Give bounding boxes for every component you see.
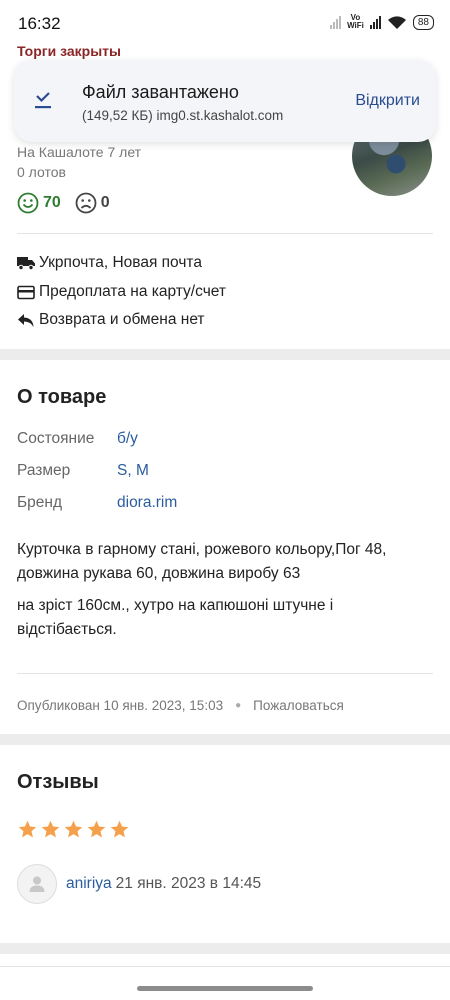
report-link[interactable]: Пожаловаться — [253, 698, 344, 713]
star-icon — [87, 820, 106, 838]
review-item: aniriya 21 янв. 2023 в 14:45 — [17, 864, 261, 904]
user-placeholder-icon — [29, 876, 45, 892]
star-icon — [64, 820, 83, 838]
property-label-size: Размер — [17, 462, 71, 479]
product-heading: О товаре — [17, 386, 107, 408]
seller-member-since: На Кашалоте 7 лет — [17, 144, 142, 160]
wifi-icon — [387, 15, 406, 29]
positive-count: 70 — [43, 194, 61, 211]
publish-info: Опубликован 10 янв. 2023, 15:03 ● Пожало… — [17, 698, 344, 713]
payment-text: Предоплата на карту/счет — [39, 283, 226, 300]
returns-info: Возврата и обмена нет — [17, 311, 205, 329]
auction-status: Торги закрыты — [17, 43, 121, 59]
open-file-button[interactable]: Відкрити — [355, 92, 420, 110]
divider — [17, 673, 433, 674]
frown-icon — [75, 192, 97, 214]
divider — [0, 966, 450, 967]
review-username[interactable]: aniriya — [66, 875, 112, 893]
smile-icon — [17, 192, 39, 214]
status-bar: 16:32 Vo WiFi 88 — [0, 0, 450, 44]
reply-arrow-icon — [18, 313, 34, 327]
signal-icon — [330, 15, 342, 29]
negative-count: 0 — [100, 194, 110, 211]
property-label-brand: Бренд — [17, 494, 63, 511]
product-description-2: на зріст 160см., хутро на капюшоні штучн… — [17, 597, 334, 638]
toast-details: (149,52 КБ) img0.st.kashalot.com — [82, 108, 284, 123]
property-value-brand[interactable]: diora.rim — [117, 494, 177, 512]
user-avatar[interactable] — [17, 864, 57, 904]
divider — [17, 233, 433, 234]
status-icons: Vo WiFi 88 — [330, 14, 434, 30]
seller-ratings: 70 0 — [17, 192, 110, 214]
credit-card-icon — [17, 285, 35, 299]
toast-title: Файл завантажено — [82, 82, 239, 102]
shipping-info: Укрпочта, Новая почта — [17, 254, 202, 272]
property-value-size[interactable]: S, M — [117, 462, 149, 480]
vowifi-label: Vo WiFi — [347, 13, 364, 30]
battery-indicator: 88 — [412, 14, 434, 30]
product-description-1: Курточка в гарному стані, рожевого кольо… — [17, 541, 387, 582]
reviews-heading: Отзывы — [17, 771, 99, 793]
download-complete-icon — [35, 92, 51, 109]
rating-stars — [17, 819, 130, 840]
property-label-condition: Состояние — [17, 430, 95, 447]
star-icon — [110, 820, 129, 838]
separator-dot: ● — [235, 700, 242, 711]
star-icon — [41, 820, 60, 838]
shipping-text: Укрпочта, Новая почта — [39, 254, 202, 271]
truck-icon — [17, 257, 35, 271]
gesture-home-bar[interactable] — [137, 986, 313, 991]
returns-text: Возврата и обмена нет — [39, 311, 205, 328]
star-icon — [18, 820, 37, 838]
section-separator — [0, 734, 450, 745]
payment-info: Предоплата на карту/счет — [17, 283, 226, 301]
seller-meta: На Кашалоте 7 лет 0 лотов — [17, 142, 141, 182]
review-date: 21 янв. 2023 в 14:45 — [115, 875, 262, 892]
section-separator — [0, 943, 450, 954]
signal-icon-2 — [369, 15, 381, 29]
property-value-condition[interactable]: б/у — [117, 430, 138, 448]
download-toast[interactable]: Файл завантажено (149,52 КБ) img0.st.kas… — [14, 60, 436, 142]
section-separator — [0, 349, 450, 360]
seller-lots: 0 лотов — [17, 164, 66, 180]
publish-date: Опубликован 10 янв. 2023, 15:03 — [17, 698, 224, 713]
status-time: 16:32 — [18, 14, 61, 33]
